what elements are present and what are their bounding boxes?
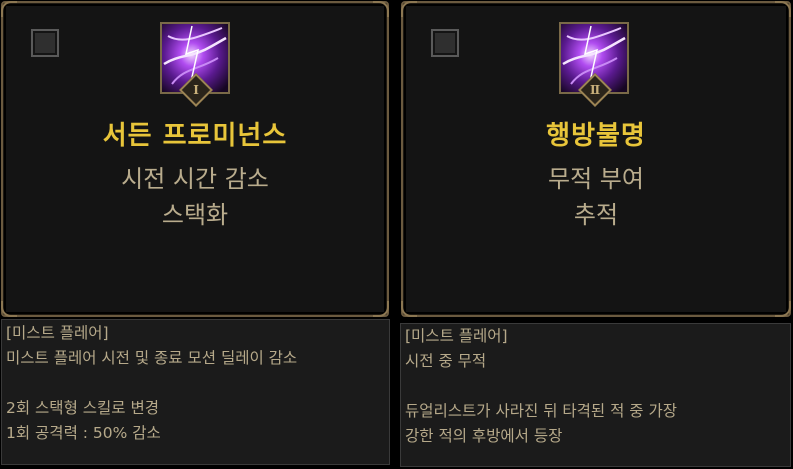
frame-corner — [401, 1, 417, 17]
tripod-effect-line: 시전 시간 감소 — [121, 165, 269, 193]
description-line: 강한 적의 후방에서 등장 — [405, 427, 563, 445]
description-line: 미스트 플레어 시전 및 종료 모션 딜레이 감소 — [6, 349, 298, 367]
tripod-description-2: [미스트 플레어] 시전 중 무적 듀얼리스트가 사라진 뒤 타격된 적 중 가… — [400, 323, 791, 467]
description-header: [미스트 플레어] — [405, 327, 508, 345]
tripod-card-1[interactable]: Ⅰ 서든 프로미넌스 시전 시간 감소 스택화 — [1, 1, 389, 317]
description-line: 2회 스택형 스킬로 변경 — [6, 399, 159, 417]
tripod-effect-line: 추적 — [573, 201, 619, 229]
description-line: 시전 중 무적 — [405, 352, 487, 370]
tier-badge-label: Ⅱ — [589, 83, 601, 97]
select-checkbox[interactable] — [431, 29, 459, 57]
frame-corner — [1, 301, 17, 317]
frame-corner — [1, 1, 17, 17]
tier-badge-label: Ⅰ — [193, 83, 199, 97]
frame-corner — [401, 301, 417, 317]
frame-corner — [775, 1, 791, 17]
skill-icon-slot: Ⅱ — [557, 20, 635, 107]
frame-corner — [775, 301, 791, 317]
tripod-effect-line: 스택화 — [161, 201, 229, 229]
description-line: 듀얼리스트가 사라진 뒤 타격된 적 중 가장 — [405, 402, 677, 420]
tripod-card-2[interactable]: Ⅱ 행방불명 무적 부여 추적 — [401, 1, 791, 317]
tripod-description-1: [미스트 플레어] 미스트 플레어 시전 및 종료 모션 딜레이 감소 2회 스… — [1, 319, 390, 465]
description-header: [미스트 플레어] — [6, 324, 109, 342]
select-checkbox[interactable] — [31, 29, 59, 57]
tripod-effect-line: 무적 부여 — [548, 165, 644, 193]
description-line: 1회 공격력 : 50% 감소 — [6, 424, 161, 442]
frame-corner — [373, 301, 389, 317]
frame-corner — [373, 1, 389, 17]
tripod-title: 서든 프로미넌스 — [102, 121, 288, 151]
skill-icon-slot: Ⅰ — [158, 20, 236, 107]
tripod-title: 행방불명 — [546, 121, 646, 151]
